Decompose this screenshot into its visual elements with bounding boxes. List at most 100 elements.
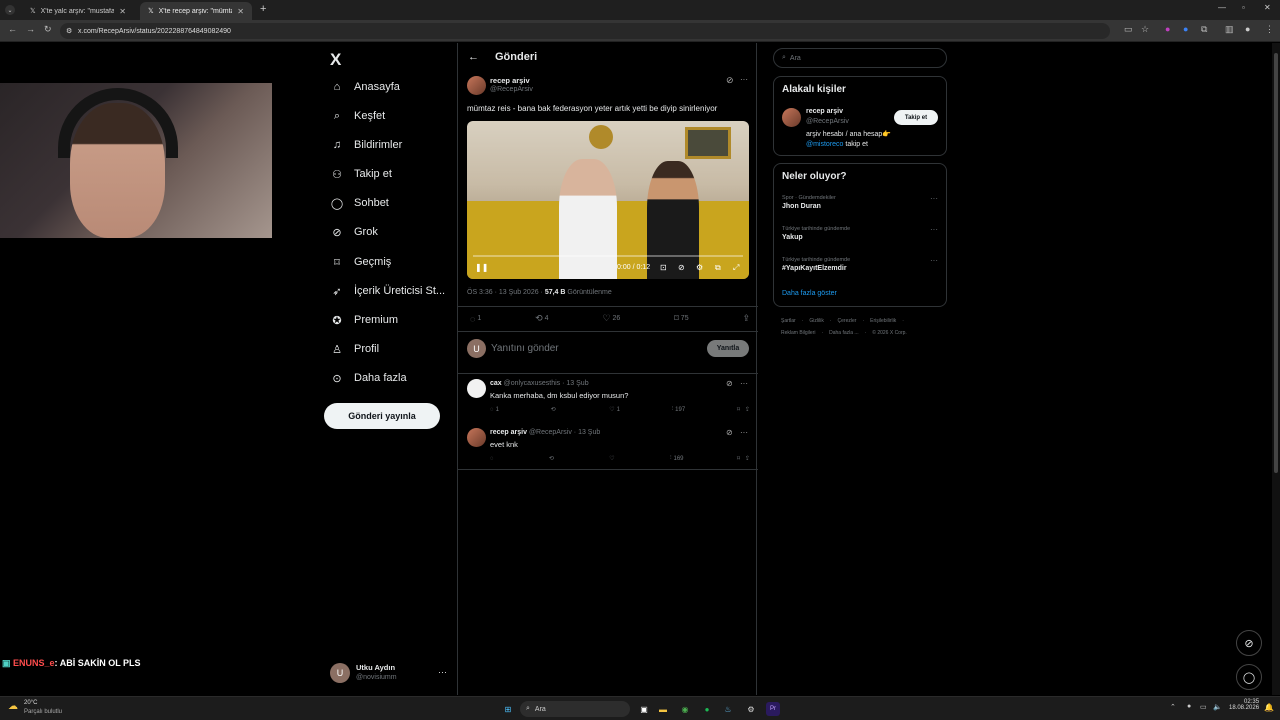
- browser-tab-1[interactable]: 𝕏 X'te yalc arşiv: "mustafa sözen k ✕: [22, 2, 134, 20]
- new-tab-button[interactable]: +: [260, 3, 266, 15]
- captions-icon[interactable]: ⊡: [660, 263, 667, 272]
- sidebar-item-home[interactable]: ⌂ Anasayfa: [330, 80, 400, 94]
- reply-avatar[interactable]: [467, 379, 486, 398]
- more-dots-icon[interactable]: ···: [930, 225, 938, 234]
- grok-icon[interactable]: ⊘: [726, 75, 734, 86]
- sidebar-item-explore[interactable]: ⌕ Keşfet: [330, 109, 385, 123]
- footer-link[interactable]: Erişilebilirlik: [870, 318, 896, 324]
- star-icon[interactable]: ☆: [1141, 24, 1149, 35]
- bookmark-button[interactable]: ⌑ ⇪: [737, 455, 750, 462]
- reply-submit-button[interactable]: Yanıtla: [707, 340, 749, 357]
- task-view-icon[interactable]: ▣: [637, 702, 651, 716]
- like-button[interactable]: ♡ 1: [609, 406, 620, 414]
- profile-icon[interactable]: ●: [1245, 24, 1250, 34]
- sidebar-item-chat[interactable]: ◯ Sohbet: [330, 196, 389, 210]
- account-switcher[interactable]: U Utku Aydın @novisiumm ···: [330, 660, 450, 688]
- bookmark-button[interactable]: ⌑ 75: [674, 313, 688, 324]
- chat-fab-button[interactable]: ◯: [1236, 664, 1262, 690]
- settings-icon[interactable]: ⚙: [696, 263, 703, 272]
- install-icon[interactable]: ▭: [1124, 24, 1133, 35]
- post-author[interactable]: recep arşiv: [490, 76, 530, 85]
- search-input[interactable]: ⌕ Ara: [773, 48, 947, 68]
- reply-button[interactable]: ◌ 1: [470, 314, 481, 324]
- reply-button[interactable]: ◌ 1: [490, 407, 499, 413]
- back-arrow-icon[interactable]: ←: [468, 51, 479, 63]
- grok-fab-button[interactable]: ⊘: [1236, 630, 1262, 656]
- video-player[interactable]: ❚❚ 0:00 / 0:12 ⊡ ⊘ ⚙ ⧉ ⤢: [467, 121, 749, 279]
- post-handle[interactable]: @RecepArsiv: [490, 86, 533, 93]
- views-button[interactable]: ⫶ 169: [670, 455, 684, 462]
- weather-temp[interactable]: 20°C: [24, 700, 37, 706]
- extension-icon[interactable]: ●: [1165, 24, 1170, 34]
- puzzle-icon[interactable]: ⧉: [1201, 24, 1207, 35]
- sidebar-item-more[interactable]: ⊙ Daha fazla: [330, 371, 406, 385]
- minimize-button[interactable]: —: [1218, 3, 1226, 12]
- footer-link[interactable]: Reklam Bilgileri: [781, 330, 815, 336]
- mute-icon[interactable]: ⊘: [678, 263, 685, 272]
- views-button[interactable]: ⫶ 197: [672, 406, 686, 413]
- file-explorer-icon[interactable]: ▬: [656, 702, 670, 716]
- sidebar-item-grok[interactable]: ⊘ Grok: [330, 225, 377, 239]
- taskbar-clock[interactable]: 02:35 18.08.2026: [1229, 699, 1259, 711]
- window-close-button[interactable]: ✕: [1264, 3, 1271, 12]
- more-dots-icon[interactable]: ···: [740, 75, 748, 84]
- reply-avatar[interactable]: [467, 428, 486, 447]
- like-button[interactable]: ♡ 26: [602, 313, 620, 324]
- sidepanel-icon[interactable]: ▥: [1225, 24, 1234, 35]
- sidebar-item-profile[interactable]: ♙ Profil: [330, 342, 379, 356]
- tray-app-icon[interactable]: ●: [1187, 703, 1191, 710]
- browser-tab-2[interactable]: 𝕏 X'te recep arşiv: "mümtaz reis - b ✕: [140, 2, 252, 20]
- more-dots-icon[interactable]: ···: [740, 428, 748, 437]
- close-tab-icon[interactable]: ✕: [119, 7, 126, 16]
- sidebar-item-creator-studio[interactable]: ➶ İçerik Üreticisi St...: [330, 284, 445, 298]
- pause-icon[interactable]: ❚❚: [475, 263, 488, 272]
- url-field[interactable]: ⚙ x.com/RecepArsiv/status/20222887648490…: [60, 23, 1110, 39]
- menu-icon[interactable]: ⋮: [1265, 24, 1274, 35]
- sidebar-item-premium[interactable]: ✪ Premium: [330, 313, 398, 327]
- footer-link[interactable]: Çerezler: [838, 318, 857, 324]
- repost-button[interactable]: ⟲: [549, 455, 556, 462]
- footer-link[interactable]: Şartlar: [781, 318, 796, 324]
- trend-item[interactable]: Spor · Gündemdekiler Jhon Duran: [782, 195, 836, 210]
- pip-icon[interactable]: ⧉: [715, 263, 721, 273]
- more-dots-icon[interactable]: ···: [740, 379, 748, 388]
- share-button[interactable]: ⇪: [742, 313, 750, 324]
- close-tab-icon[interactable]: ✕: [237, 7, 244, 16]
- reload-icon[interactable]: ↻: [44, 24, 52, 35]
- fullscreen-icon[interactable]: ⤢: [733, 263, 739, 273]
- app-icon[interactable]: ⚙: [744, 702, 758, 716]
- extension-icon[interactable]: ●: [1183, 24, 1188, 34]
- bookmark-button[interactable]: ⌑ ⇪: [737, 406, 750, 413]
- chrome-icon[interactable]: ◉: [678, 702, 692, 716]
- sidebar-item-notifications[interactable]: ♫ Bildirimler: [330, 138, 402, 152]
- network-icon[interactable]: ▭: [1200, 703, 1207, 711]
- back-icon[interactable]: ←: [8, 24, 17, 34]
- video-progress-track[interactable]: [473, 255, 743, 257]
- grok-icon[interactable]: ⊘: [726, 379, 733, 388]
- related-name[interactable]: recep arşiv: [806, 108, 843, 115]
- volume-icon[interactable]: 🔈: [1213, 703, 1222, 711]
- x-logo[interactable]: X: [330, 50, 341, 70]
- footer-link[interactable]: Gizlilik: [809, 318, 823, 324]
- related-handle[interactable]: @RecepArsiv: [806, 118, 849, 125]
- avatar[interactable]: [782, 108, 801, 127]
- post-button[interactable]: Gönderi yayınla: [324, 403, 440, 429]
- trend-item[interactable]: Türkiye tarihinde gündemde Yakup: [782, 226, 850, 241]
- page-scrollbar[interactable]: [1272, 43, 1280, 695]
- reply-author[interactable]: recep arşiv: [490, 429, 527, 436]
- site-info-icon[interactable]: ⚙: [66, 27, 72, 35]
- reply-handle[interactable]: @onlycaxusesthis: [504, 380, 561, 387]
- maximize-button[interactable]: ▫: [1242, 3, 1245, 12]
- taskbar-search[interactable]: ⌕ Ara: [520, 701, 630, 717]
- tab-menu-icon[interactable]: ⌄: [5, 5, 15, 15]
- bio-link[interactable]: @mistoreco: [806, 141, 843, 148]
- footer-link[interactable]: Daha fazla ...: [829, 330, 858, 336]
- spotify-icon[interactable]: ●: [700, 702, 714, 716]
- like-button[interactable]: ♡: [609, 455, 616, 462]
- more-dots-icon[interactable]: ···: [930, 194, 938, 203]
- forward-icon[interactable]: →: [26, 24, 35, 34]
- more-dots-icon[interactable]: ···: [930, 256, 938, 265]
- reply-author[interactable]: cax: [490, 380, 502, 387]
- sidebar-item-history[interactable]: ⌑ Geçmiş: [330, 255, 391, 269]
- sidebar-item-follow[interactable]: ⚇ Takip et: [330, 167, 392, 181]
